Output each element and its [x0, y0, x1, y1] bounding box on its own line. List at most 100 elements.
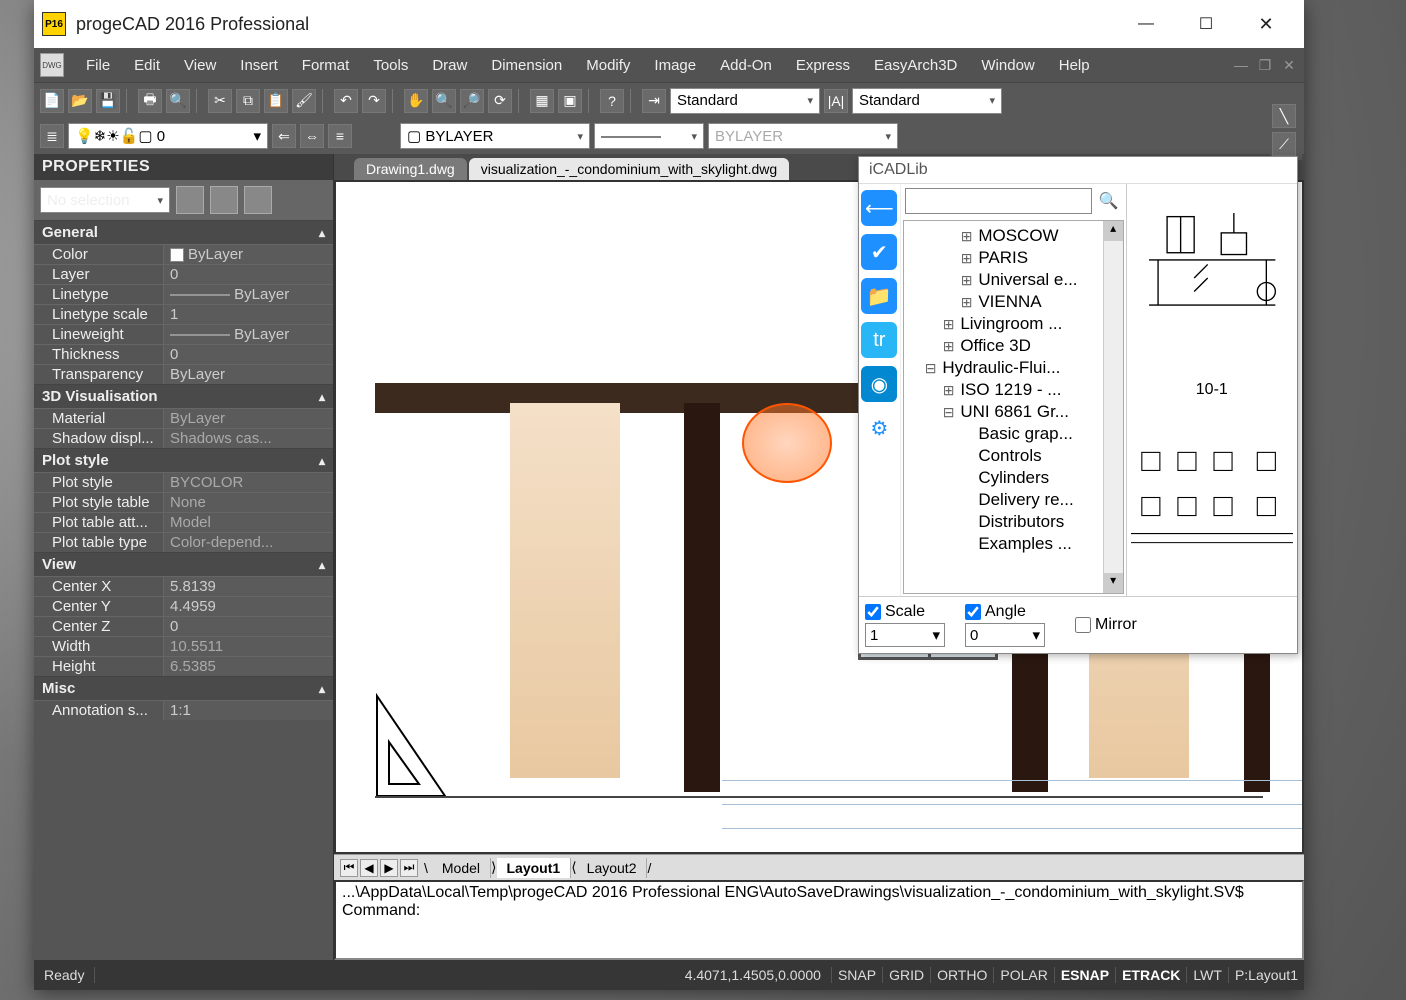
status-toggle[interactable]: LWT: [1186, 967, 1228, 983]
prop-section-header[interactable]: 3D Visualisation▴: [34, 385, 333, 408]
layout-tab-layout2[interactable]: Layout2: [577, 858, 648, 878]
title-bar[interactable]: P16 progeCAD 2016 Professional — ☐ ✕: [34, 0, 1304, 48]
tool-b-icon[interactable]: ▣: [558, 89, 582, 113]
menu-draw[interactable]: Draw: [420, 57, 479, 74]
tree-node[interactable]: Distributors: [906, 511, 1121, 533]
color-combo[interactable]: ▢ BYLAYER▾: [400, 123, 590, 149]
check-icon[interactable]: ✔: [861, 234, 897, 270]
angle-checkbox[interactable]: Angle: [965, 603, 1045, 621]
tree-node[interactable]: ⊞ MOSCOW: [906, 225, 1121, 247]
status-toggle[interactable]: SNAP: [831, 967, 882, 983]
menu-image[interactable]: Image: [642, 57, 708, 74]
status-toggle[interactable]: ETRACK: [1115, 967, 1186, 983]
prop-row[interactable]: Center X5.8139: [34, 576, 333, 596]
print-icon[interactable]: 🖶: [138, 89, 162, 113]
scale-checkbox[interactable]: Scale: [865, 603, 945, 621]
command-line[interactable]: ...\AppData\Local\Temp\progeCAD 2016 Pro…: [334, 880, 1304, 960]
menu-easyarch3d[interactable]: EasyArch3D: [862, 57, 969, 74]
line-icon[interactable]: ╲: [1272, 104, 1296, 128]
layout-tab-model[interactable]: Model: [432, 858, 491, 878]
menu-modify[interactable]: Modify: [574, 57, 642, 74]
next-tab-icon[interactable]: ▶: [380, 859, 398, 877]
lineweight-combo[interactable]: BYLAYER▾: [708, 123, 898, 149]
tree-node[interactable]: ⊞ Universal e...: [906, 269, 1121, 291]
text-tool-icon[interactable]: |A|: [824, 89, 848, 113]
menu-express[interactable]: Express: [784, 57, 862, 74]
save-icon[interactable]: 💾: [96, 89, 120, 113]
menu-tools[interactable]: Tools: [361, 57, 420, 74]
tree-node[interactable]: Delivery re...: [906, 489, 1121, 511]
selection-combo[interactable]: No selection▾: [40, 187, 170, 213]
mdi-restore-icon[interactable]: ❐: [1256, 56, 1274, 74]
prop-row[interactable]: Center Y4.4959: [34, 596, 333, 616]
text-style-combo[interactable]: Standard▾: [852, 88, 1002, 114]
tree-node[interactable]: ⊞ VIENNA: [906, 291, 1121, 313]
tree-node[interactable]: ⊞ Livingroom ...: [906, 313, 1121, 335]
layout-tab-layout1[interactable]: Layout1: [497, 858, 572, 878]
pan-icon[interactable]: ✋: [404, 89, 428, 113]
open-icon[interactable]: 📂: [68, 89, 92, 113]
dim-style-combo[interactable]: Standard▾: [670, 88, 820, 114]
trace-icon[interactable]: tr: [861, 322, 897, 358]
tree-node[interactable]: Controls: [906, 445, 1121, 467]
cad-icon[interactable]: ◉: [861, 366, 897, 402]
block-thumbnail-2[interactable]: [1131, 403, 1293, 592]
maximize-button[interactable]: ☐: [1176, 4, 1236, 44]
layer-iso-icon[interactable]: ≡: [328, 124, 352, 148]
cut-icon[interactable]: ✂: [208, 89, 232, 113]
quickselect-icon[interactable]: [176, 186, 204, 214]
folder-icon[interactable]: 📁: [861, 278, 897, 314]
library-tree[interactable]: ▴▾ ⊞ MOSCOW⊞ PARIS⊞ Universal e...⊞ VIEN…: [903, 220, 1124, 594]
select-objects-icon[interactable]: [244, 186, 272, 214]
mdi-close-icon[interactable]: ✕: [1280, 56, 1298, 74]
tree-node[interactable]: ⊟ Hydraulic-Flui...: [906, 357, 1121, 379]
layer-manager-icon[interactable]: ≣: [40, 124, 64, 148]
prop-row[interactable]: Width10.5511: [34, 636, 333, 656]
block-thumbnail[interactable]: [1131, 188, 1293, 377]
prop-row[interactable]: Center Z0: [34, 616, 333, 636]
xline-icon[interactable]: ⟋: [1272, 132, 1296, 156]
paste-icon[interactable]: 📋: [264, 89, 288, 113]
doc-tab[interactable]: visualization_-_condominium_with_skyligh…: [469, 158, 789, 180]
prop-section-header[interactable]: Misc▴: [34, 677, 333, 700]
tree-node[interactable]: ⊞ Office 3D: [906, 335, 1121, 357]
close-button[interactable]: ✕: [1236, 4, 1296, 44]
scale-combo[interactable]: 1▾: [865, 623, 945, 647]
menu-insert[interactable]: Insert: [228, 57, 290, 74]
tool-a-icon[interactable]: ▦: [530, 89, 554, 113]
menu-window[interactable]: Window: [969, 57, 1046, 74]
redo-icon[interactable]: ↷: [362, 89, 386, 113]
tree-node[interactable]: ⊞ ISO 1219 - ...: [906, 379, 1121, 401]
minimize-button[interactable]: —: [1116, 4, 1176, 44]
menu-dimension[interactable]: Dimension: [479, 57, 574, 74]
help-icon[interactable]: ?: [600, 89, 624, 113]
status-toggle[interactable]: GRID: [882, 967, 930, 983]
status-toggle[interactable]: ESNAP: [1054, 967, 1115, 983]
prop-section-header[interactable]: View▴: [34, 553, 333, 576]
tree-node[interactable]: Basic grap...: [906, 423, 1121, 445]
layer-combo[interactable]: 💡❄☀🔓▢ 0▾: [68, 123, 268, 149]
layer-prev-icon[interactable]: ⇐: [272, 124, 296, 148]
menu-addon[interactable]: Add-On: [708, 57, 784, 74]
angle-combo[interactable]: 0▾: [965, 623, 1045, 647]
undo-icon[interactable]: ↶: [334, 89, 358, 113]
zoom-prev-icon[interactable]: 🔎: [460, 89, 484, 113]
prop-row[interactable]: ColorByLayer: [34, 244, 333, 264]
mdi-minimize-icon[interactable]: —: [1232, 56, 1250, 74]
tree-node[interactable]: ⊟ UNI 6861 Gr...: [906, 401, 1121, 423]
menu-file[interactable]: File: [74, 57, 122, 74]
prop-row[interactable]: Plot style tableNone: [34, 492, 333, 512]
tree-node[interactable]: ⊞ PARIS: [906, 247, 1121, 269]
prop-section-header[interactable]: Plot style▴: [34, 449, 333, 472]
back-icon[interactable]: ⟵: [861, 190, 897, 226]
prop-row[interactable]: Layer0: [34, 264, 333, 284]
prop-row[interactable]: MaterialByLayer: [34, 408, 333, 428]
layer-state-icon[interactable]: ⇔: [300, 124, 324, 148]
tree-node[interactable]: Examples ...: [906, 533, 1121, 555]
tree-scrollbar[interactable]: ▴▾: [1103, 221, 1123, 593]
first-tab-icon[interactable]: ⏮: [340, 859, 358, 877]
prev-tab-icon[interactable]: ◀: [360, 859, 378, 877]
prop-row[interactable]: Lineweight———— ByLayer: [34, 324, 333, 344]
icadlib-search-input[interactable]: [905, 188, 1092, 214]
prop-row[interactable]: Annotation s...1:1: [34, 700, 333, 720]
